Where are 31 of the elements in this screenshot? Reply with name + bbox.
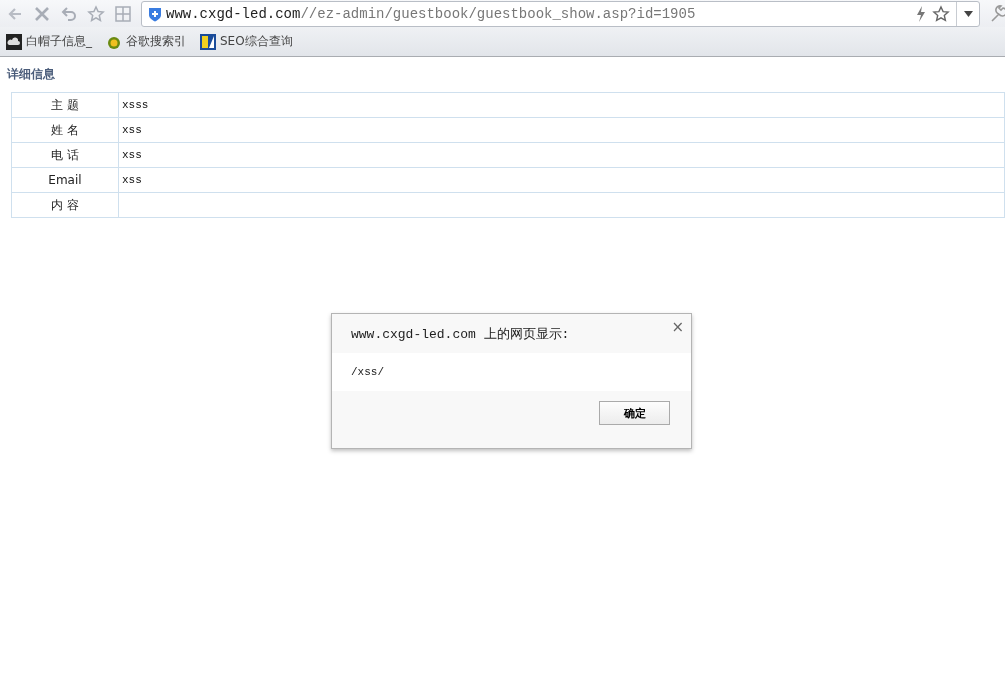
address-bar[interactable]: www.cxgd-led.com//ez-admin/guestbook/guestbook_show.asp?id=1905 (141, 1, 980, 27)
bookmark-link[interactable]: 白帽子信息_ (26, 33, 92, 50)
wrench-icon[interactable] (989, 4, 1005, 23)
star-icon[interactable] (87, 4, 105, 23)
cloud-icon (6, 33, 22, 50)
seo-logo-icon (200, 33, 216, 50)
field-value: xsss (118, 92, 1005, 118)
field-value: xss (118, 167, 1005, 193)
bookmark-link[interactable]: SEO综合查询 (220, 33, 293, 50)
url-path: //ez-admin/guestbook/guestbook_show.asp?id=1905 (300, 6, 696, 22)
field-value: xss (118, 142, 1005, 168)
shield-icon (148, 6, 162, 22)
grid-icon[interactable] (114, 4, 132, 23)
page-heading: 详细信息 (7, 66, 56, 83)
caret-icon (963, 11, 973, 17)
field-value: xss (118, 117, 1005, 143)
undo-arrow-icon[interactable] (60, 4, 78, 23)
ok-button[interactable]: 确定 (599, 401, 670, 425)
field-label: 主 题 (11, 92, 119, 118)
url-host: www.cxgd-led.com (166, 6, 301, 22)
close-button[interactable]: × (671, 318, 684, 336)
field-label: 姓 名 (11, 117, 119, 143)
star-icon[interactable] (932, 5, 950, 23)
field-label: Email (11, 167, 119, 193)
lightning-icon[interactable] (916, 6, 926, 22)
dialog-title: www.cxgd-led.com 上的网页显示: (351, 325, 570, 343)
field-label: 电 话 (11, 142, 119, 168)
field-label: 内 容 (11, 192, 119, 218)
dialog-message: /xss/ (351, 366, 384, 378)
close-icon[interactable] (33, 4, 51, 23)
bookmark-link[interactable]: 谷歌搜索引 (126, 33, 186, 50)
